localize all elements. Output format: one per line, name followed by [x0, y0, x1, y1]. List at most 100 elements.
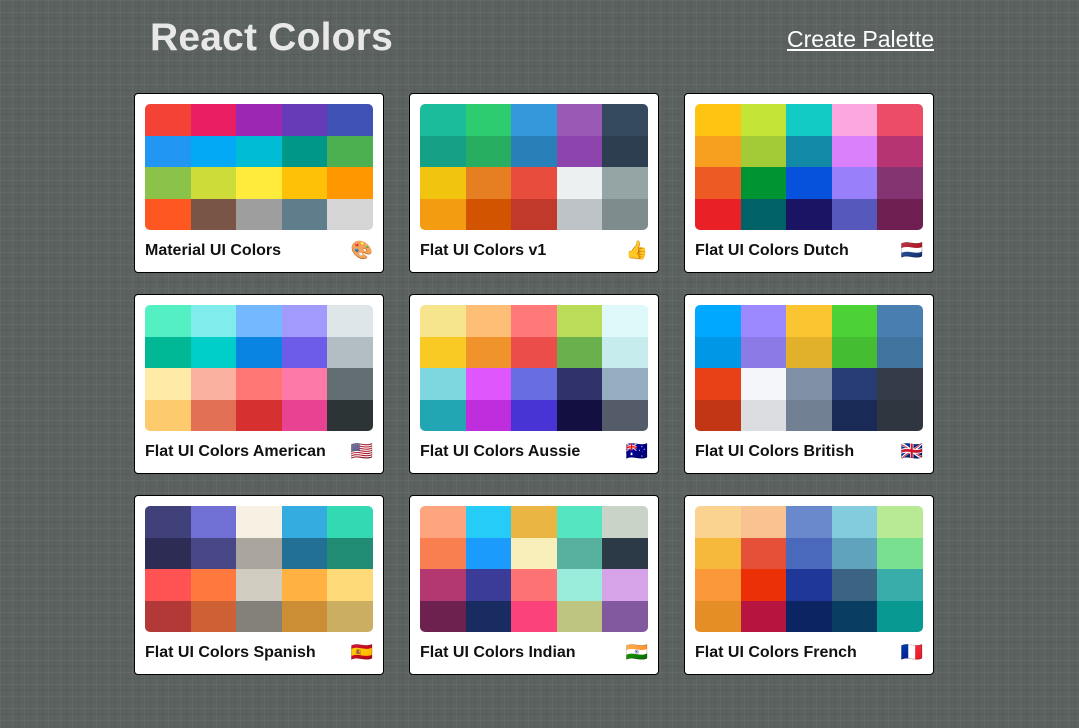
color-swatch: [602, 198, 648, 230]
color-swatch: [511, 368, 557, 400]
color-swatch: [511, 569, 557, 601]
color-swatch: [877, 198, 923, 230]
color-swatch: [145, 537, 191, 569]
color-swatch: [831, 336, 878, 368]
color-swatch: [695, 135, 741, 167]
color-swatch: [556, 104, 603, 136]
color-swatch: [420, 537, 466, 569]
color-swatch: [877, 600, 923, 632]
palette-name: Flat UI Colors Spanish: [145, 644, 316, 661]
color-swatch: [695, 305, 741, 337]
color-swatch: [327, 167, 373, 199]
color-swatch: [190, 167, 237, 199]
color-swatch: [740, 198, 787, 230]
palette-name: Material UI Colors: [145, 242, 282, 259]
color-swatch: [786, 104, 832, 136]
color-swatch: [420, 167, 466, 199]
color-swatch: [740, 368, 787, 400]
color-swatch: [420, 336, 466, 368]
color-swatch: [602, 537, 648, 569]
color-swatch: [145, 104, 191, 136]
color-swatch: [281, 336, 328, 368]
color-swatch: [327, 399, 373, 431]
palette-footer: Flat UI Colors American 🇺🇸: [145, 441, 373, 463]
color-swatch: [465, 135, 512, 167]
color-swatch: [740, 305, 787, 337]
palette-footer: Flat UI Colors British 🇬🇧: [695, 441, 923, 463]
color-swatch: [327, 305, 373, 337]
color-swatch: [281, 198, 328, 230]
color-swatch: [602, 506, 648, 538]
color-swatch: [511, 506, 557, 538]
palette-footer: Material UI Colors 🎨: [145, 240, 373, 262]
color-swatch: [281, 368, 328, 400]
palette-emoji-icon: 🇬🇧: [900, 441, 923, 462]
color-swatch: [786, 368, 832, 400]
color-swatch: [602, 399, 648, 431]
color-swatch: [556, 569, 603, 601]
color-swatch: [877, 399, 923, 431]
color-swatch: [740, 506, 787, 538]
color-swatch: [831, 368, 878, 400]
palette-card[interactable]: Flat UI Colors Indian 🇮🇳: [409, 495, 659, 675]
color-swatch: [602, 167, 648, 199]
color-swatch: [740, 104, 787, 136]
color-swatch: [831, 198, 878, 230]
color-swatch: [786, 135, 832, 167]
color-swatch: [602, 569, 648, 601]
color-swatch: [145, 336, 191, 368]
palette-swatches: [145, 104, 373, 230]
palette-emoji-icon: 👍: [625, 240, 648, 261]
palette-name: Flat UI Colors Indian: [420, 644, 576, 661]
color-swatch: [695, 600, 741, 632]
color-swatch: [465, 569, 512, 601]
color-swatch: [695, 399, 741, 431]
palette-swatches: [695, 506, 923, 632]
color-swatch: [740, 135, 787, 167]
palette-card[interactable]: Flat UI Colors British 🇬🇧: [684, 294, 934, 474]
palette-swatches: [420, 104, 648, 230]
color-swatch: [190, 399, 237, 431]
palette-card[interactable]: Material UI Colors 🎨: [134, 93, 384, 273]
color-swatch: [877, 135, 923, 167]
palette-card[interactable]: Flat UI Colors Spanish 🇪🇸: [134, 495, 384, 675]
color-swatch: [877, 167, 923, 199]
color-swatch: [327, 336, 373, 368]
color-swatch: [236, 399, 282, 431]
color-swatch: [420, 368, 466, 400]
palette-card[interactable]: Flat UI Colors v1 👍: [409, 93, 659, 273]
color-swatch: [556, 198, 603, 230]
color-swatch: [145, 198, 191, 230]
color-swatch: [695, 537, 741, 569]
palette-name: Flat UI Colors French: [695, 644, 857, 661]
color-swatch: [145, 506, 191, 538]
palette-card[interactable]: Flat UI Colors Dutch 🇳🇱: [684, 93, 934, 273]
color-swatch: [556, 506, 603, 538]
color-swatch: [327, 600, 373, 632]
color-swatch: [190, 506, 237, 538]
color-swatch: [556, 368, 603, 400]
palette-swatches: [695, 104, 923, 230]
color-swatch: [602, 368, 648, 400]
color-swatch: [236, 537, 282, 569]
create-palette-link[interactable]: Create Palette: [787, 26, 934, 53]
color-swatch: [145, 305, 191, 337]
color-swatch: [327, 506, 373, 538]
color-swatch: [602, 104, 648, 136]
palette-name: Flat UI Colors v1: [420, 242, 547, 259]
palette-card[interactable]: Flat UI Colors French 🇫🇷: [684, 495, 934, 675]
color-swatch: [786, 336, 832, 368]
color-swatch: [145, 569, 191, 601]
palette-card[interactable]: Flat UI Colors American 🇺🇸: [134, 294, 384, 474]
color-swatch: [190, 537, 237, 569]
color-swatch: [465, 305, 512, 337]
palette-footer: Flat UI Colors v1 👍: [420, 240, 648, 262]
color-swatch: [831, 537, 878, 569]
palette-emoji-icon: 🇳🇱: [900, 240, 923, 261]
color-swatch: [236, 167, 282, 199]
color-swatch: [740, 569, 787, 601]
color-swatch: [420, 305, 466, 337]
palette-card[interactable]: Flat UI Colors Aussie 🇦🇺: [409, 294, 659, 474]
color-swatch: [465, 104, 512, 136]
color-swatch: [877, 569, 923, 601]
